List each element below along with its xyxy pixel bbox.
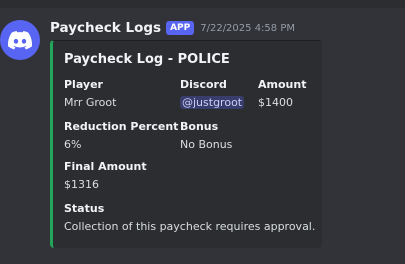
embed-card: Paycheck Log - POLICE Player Mrr Groot D… [50,40,322,248]
field-value-bonus: No Bonus [180,138,233,151]
field-name-discord: Discord [180,78,227,91]
field-value-player: Mrr Groot [64,96,117,109]
field-value-final-amount: $1316 [64,178,99,191]
top-bar [0,0,405,8]
field-name-player: Player [64,78,103,91]
field-name-reduction: Reduction Percent [64,120,179,133]
timestamp[interactable]: 7/22/2025 4:58 PM [200,23,295,34]
field-name-status: Status [64,202,105,215]
message-header: Paycheck Logs APP 7/22/2025 4:58 PM [50,18,295,38]
field-name-amount: Amount [258,78,307,91]
field-value-status: Collection of this paycheck requires app… [64,220,316,233]
field-value-reduction: 6% [64,138,82,151]
avatar[interactable] [0,20,40,60]
field-value-discord: @justgroot [180,96,245,109]
field-name-final-amount: Final Amount [64,160,147,173]
user-mention[interactable]: @justgroot [180,96,245,109]
app-tag: APP [166,21,195,35]
field-name-bonus: Bonus [180,120,219,133]
embed-title: Paycheck Log - POLICE [64,52,230,67]
discord-logo-icon [8,30,32,49]
username[interactable]: Paycheck Logs [50,20,161,36]
field-value-amount: $1400 [258,96,293,109]
